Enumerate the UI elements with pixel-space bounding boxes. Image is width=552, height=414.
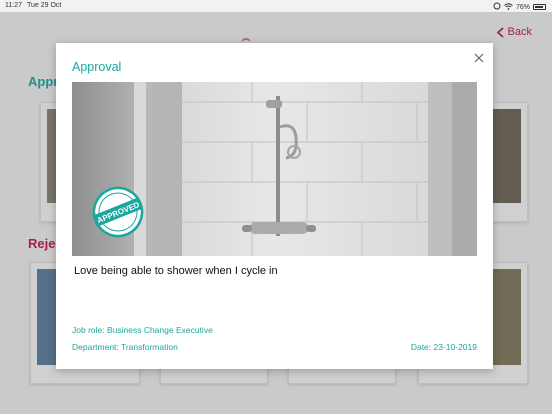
status-right-group: 76%: [493, 2, 546, 12]
close-icon: [474, 53, 484, 63]
submission-caption: Love being able to shower when I cycle i…: [74, 265, 278, 277]
date-label: Date: 23-10-2019: [410, 342, 477, 352]
modal-title: Approval: [72, 60, 122, 74]
rotation-lock-icon: [493, 2, 501, 12]
department-label: Department: Transformation: [72, 342, 178, 352]
status-bar: 11:27 Tue 29 Oct 76%: [0, 0, 552, 12]
battery-icon: [533, 4, 546, 10]
battery-percent: 76%: [515, 3, 530, 11]
wifi-icon: [504, 2, 513, 12]
status-date: Tue 29 Oct: [27, 2, 62, 9]
status-time: 11:27: [5, 2, 22, 9]
approval-modal: Approval APPROVED Love being able to sho…: [56, 43, 493, 369]
job-role-label: Job role: Business Change Executive: [72, 325, 213, 335]
submission-photo: APPROVED: [72, 82, 477, 256]
close-button[interactable]: [473, 51, 485, 63]
